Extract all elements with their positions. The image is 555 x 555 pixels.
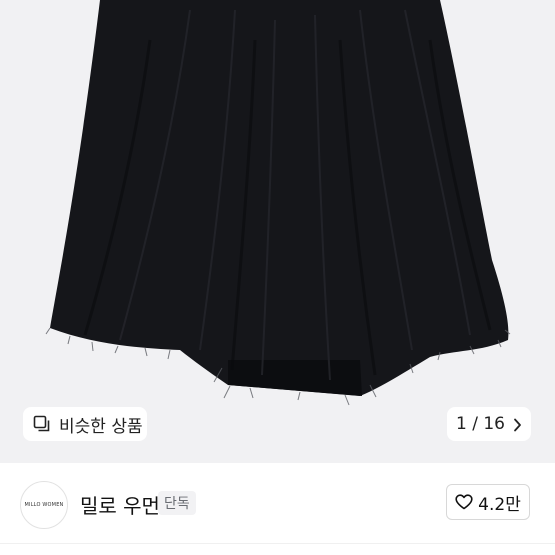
similar-items-icon (33, 415, 51, 433)
next-section-edge (0, 543, 555, 555)
product-image[interactable] (0, 0, 555, 463)
shop-name[interactable]: 밀로 우먼 (80, 490, 160, 519)
shop-bar: MILLO WOMEN 밀로 우먼 단독 4.2만 (0, 463, 555, 543)
similar-products-button[interactable]: 비슷한 상품 (23, 407, 147, 441)
product-detail-page: 비슷한 상품 1 / 16 MILLO WOMEN 밀로 우먼 단독 4.2만 (0, 0, 555, 555)
chevron-right-icon (513, 417, 522, 432)
image-counter: 1 / 16 (456, 414, 505, 434)
skirt-photo (0, 0, 555, 463)
exclusive-badge: 단독 (158, 491, 196, 515)
shop-logo[interactable]: MILLO WOMEN (20, 481, 68, 529)
image-counter-button[interactable]: 1 / 16 (447, 407, 531, 441)
similar-products-label: 비슷한 상품 (59, 416, 143, 437)
heart-outline-icon (455, 494, 473, 510)
like-count: 4.2만 (478, 494, 521, 515)
shop-logo-text: MILLO WOMEN (24, 502, 64, 508)
like-button[interactable]: 4.2만 (446, 484, 530, 520)
